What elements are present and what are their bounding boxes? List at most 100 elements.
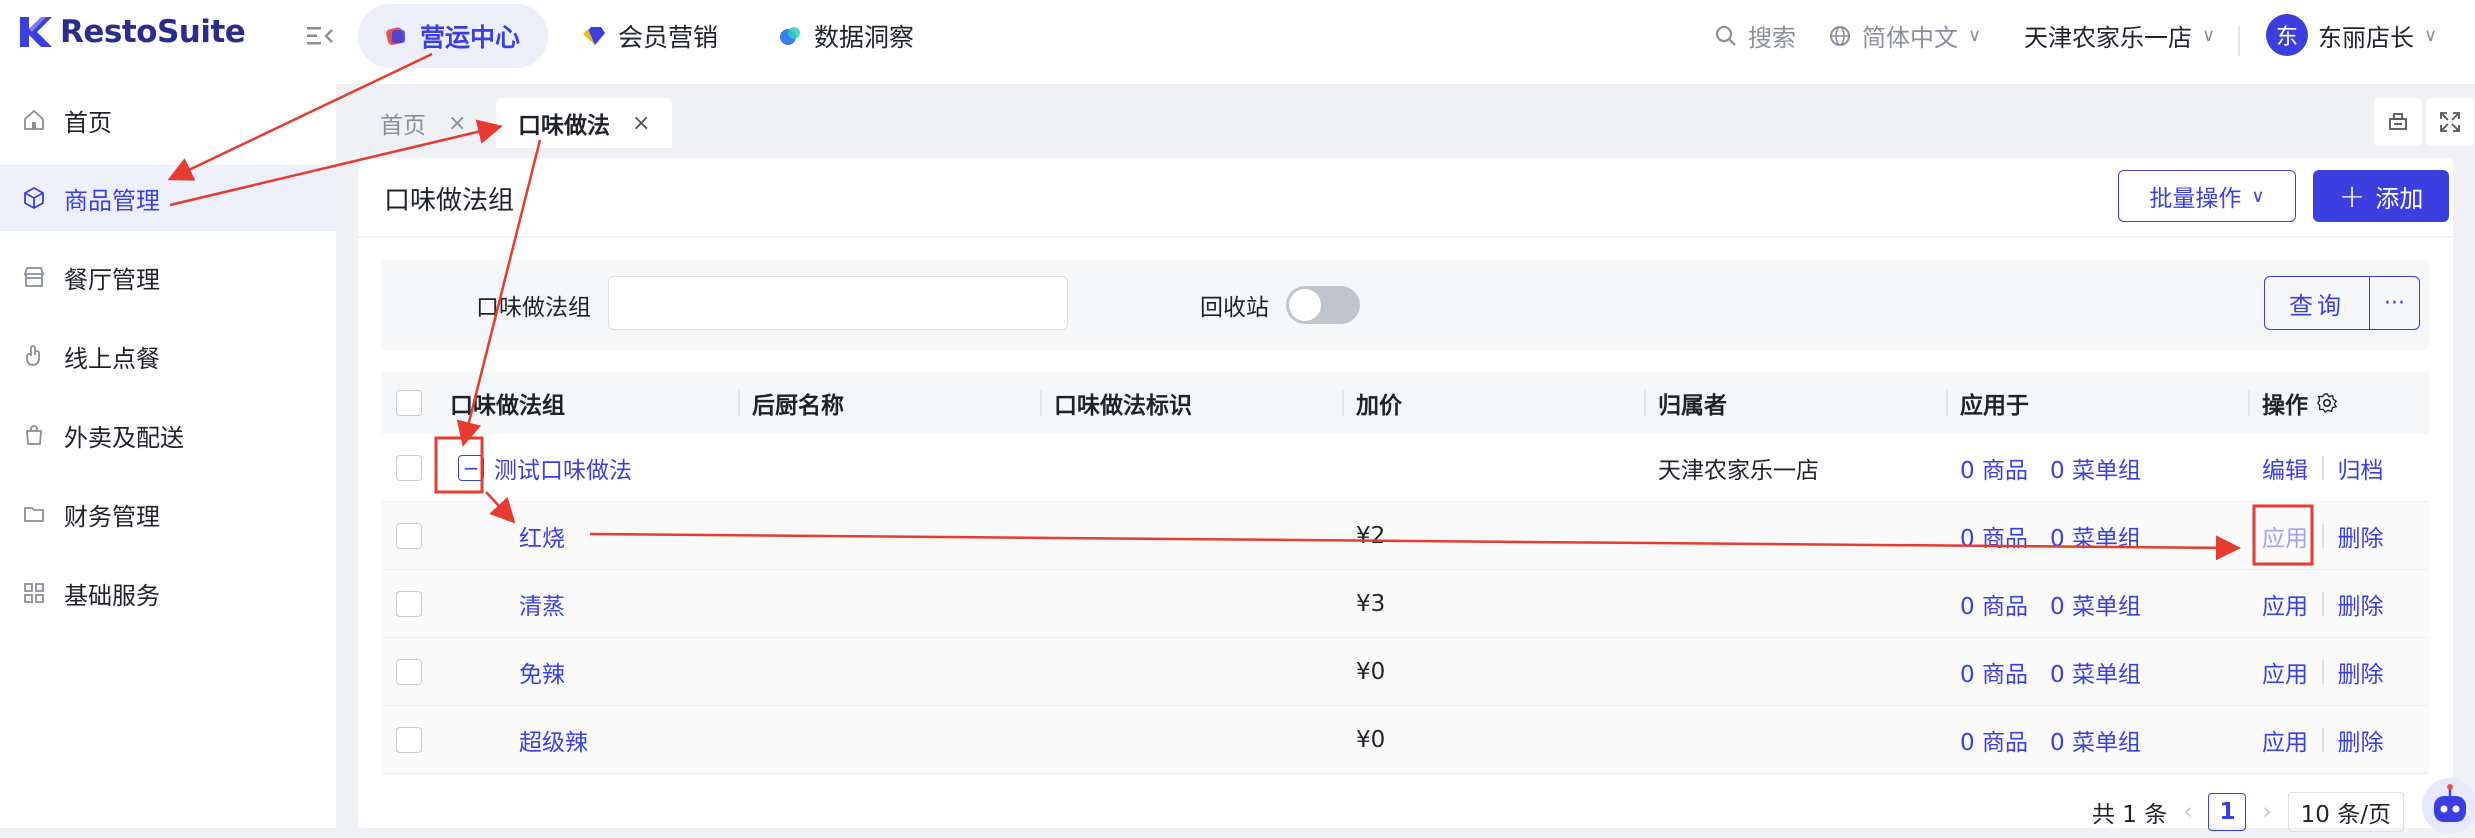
language-selector[interactable]: 简体中文 ∨ <box>1828 18 1981 53</box>
apply-button[interactable]: 应用 <box>2262 723 2308 757</box>
user-name: 东丽店长 <box>2318 23 2414 52</box>
flavor-name-link[interactable]: 超级辣 <box>519 706 588 773</box>
language-label: 简体中文 <box>1862 24 1958 52</box>
assistant-bot-button[interactable] <box>2422 778 2475 834</box>
applied-goods-link[interactable]: 0 商品 <box>1960 570 2028 637</box>
action-divider <box>2322 455 2324 480</box>
row-checkbox[interactable] <box>396 659 422 685</box>
search-label: 搜索 <box>1748 24 1796 52</box>
fullscreen-button[interactable] <box>2426 98 2474 146</box>
price-cell: ¥2 <box>1356 522 1386 549</box>
nav-tab-label: 数据洞察 <box>814 23 915 52</box>
flavor-name-link[interactable]: 免辣 <box>519 638 565 705</box>
delete-button[interactable]: 删除 <box>2338 655 2384 689</box>
price-cell: ¥0 <box>1356 658 1386 685</box>
sidebar-item-product-management[interactable]: 商品管理 <box>0 165 336 231</box>
page-number-current[interactable]: 1 <box>2208 793 2247 831</box>
flavor-name-link[interactable]: 清蒸 <box>519 570 565 637</box>
add-button[interactable]: + 添加 <box>2313 170 2449 222</box>
row-checkbox[interactable] <box>396 727 422 753</box>
applied-goods-link[interactable]: 0 商品 <box>1960 434 2028 501</box>
delete-button[interactable]: 删除 <box>2338 587 2384 621</box>
row-checkbox[interactable] <box>396 523 422 549</box>
price-cell: ¥0 <box>1356 726 1386 753</box>
row-checkbox[interactable] <box>396 455 422 481</box>
apply-button[interactable]: 应用 <box>2262 519 2308 553</box>
cube-icon <box>24 186 44 210</box>
global-search[interactable]: 搜索 <box>1714 18 1796 53</box>
applied-goods-link[interactable]: 0 商品 <box>1960 706 2028 773</box>
column-header: 应用于 <box>1960 393 2029 419</box>
page-size-select[interactable]: 10 条/页 <box>2287 792 2404 832</box>
applied-menus-link[interactable]: 0 菜单组 <box>2050 638 2141 705</box>
applied-menus-link[interactable]: 0 菜单组 <box>2050 706 2141 773</box>
avatar: 东 <box>2266 14 2308 56</box>
applied-menus-link[interactable]: 0 菜单组 <box>2050 502 2141 569</box>
store-selector[interactable]: 天津农家乐一店 ∨ <box>2024 18 2215 53</box>
hand-tap-icon <box>26 345 40 366</box>
action-divider <box>2322 727 2324 752</box>
delete-button[interactable]: 删除 <box>2338 519 2384 553</box>
applied-goods-link[interactable]: 0 商品 <box>1960 502 2028 569</box>
sidebar-item-label: 财务管理 <box>64 502 160 531</box>
close-icon[interactable]: × <box>448 111 466 136</box>
gear-icon[interactable] <box>2316 392 2338 414</box>
table-header: 口味做法组 后厨名称 口味做法标识 加价 归属者 应用于 操作 <box>382 372 2429 434</box>
sidebar-item-restaurant-management[interactable]: 餐厅管理 <box>0 244 336 310</box>
row-checkbox[interactable] <box>396 591 422 617</box>
nav-tab-member-marketing[interactable]: 会员营销 <box>556 4 744 68</box>
sidebar-item-basic-services[interactable]: 基础服务 <box>0 560 336 626</box>
sidebar-item-finance[interactable]: 财务管理 <box>0 481 336 547</box>
operations-icon <box>386 27 405 45</box>
recycle-bin-toggle[interactable] <box>1286 286 1360 324</box>
chevron-down-icon: ∨ <box>2424 24 2438 46</box>
folder-icon <box>24 507 44 522</box>
select-all-checkbox[interactable] <box>396 390 422 416</box>
archive-button[interactable]: 归档 <box>2338 451 2384 485</box>
user-menu[interactable]: 东 东丽店长 ∨ <box>2266 14 2437 56</box>
print-button[interactable] <box>2374 98 2422 146</box>
sidebar-item-label: 首页 <box>64 108 112 137</box>
batch-operations-button[interactable]: 批量操作 ∨ <box>2118 170 2296 222</box>
delete-button[interactable]: 删除 <box>2338 723 2384 757</box>
nav-tab-operations[interactable]: 营运中心 <box>358 4 548 68</box>
query-button[interactable]: 查询 <box>2265 277 2369 329</box>
prev-page-icon[interactable]: ‹ <box>2183 799 2192 825</box>
applied-menus-link[interactable]: 0 菜单组 <box>2050 570 2141 637</box>
applied-goods-link[interactable]: 0 商品 <box>1960 638 2028 705</box>
sidebar-item-delivery[interactable]: 外卖及配送 <box>0 402 336 468</box>
sidebar-item-home[interactable]: 首页 <box>0 87 336 153</box>
store-icon <box>23 267 45 287</box>
globe-icon <box>1830 25 1850 46</box>
page-tab-flavor[interactable]: 口味做法 × <box>496 98 673 148</box>
edit-button[interactable]: 编辑 <box>2262 451 2308 485</box>
group-name-link[interactable]: 测试口味做法 <box>494 434 632 501</box>
page-tabs-bar: 首页 × 口味做法 × <box>336 84 2475 154</box>
apply-button[interactable]: 应用 <box>2262 587 2308 621</box>
action-divider <box>2322 523 2324 548</box>
column-divider <box>1644 390 1646 416</box>
next-page-icon[interactable]: › <box>2262 799 2271 825</box>
brand-mark-icon <box>20 17 52 47</box>
close-icon[interactable]: × <box>632 111 650 136</box>
flavor-name-link[interactable]: 红烧 <box>519 502 565 569</box>
recycle-bin-label: 回收站 <box>1200 295 1269 321</box>
brand-logo[interactable]: RestoSuite <box>18 14 246 50</box>
column-header: 后厨名称 <box>752 393 844 419</box>
sidebar-item-online-ordering[interactable]: 线上点餐 <box>0 323 336 389</box>
column-header: 加价 <box>1356 393 1402 419</box>
more-options-button[interactable]: ··· <box>2369 277 2419 329</box>
applied-menus-link[interactable]: 0 菜单组 <box>2050 434 2141 501</box>
toggle-knob <box>1289 289 1321 321</box>
owner-cell: 天津农家乐一店 <box>1658 457 1819 484</box>
collapse-row-button[interactable]: − <box>458 455 484 481</box>
nav-tab-data-insight[interactable]: 数据洞察 <box>752 4 940 68</box>
sidebar: 首页 商品管理 餐厅管理 线上点餐 外卖及配送 财务管理 基础服务 <box>0 84 336 828</box>
column-header: 归属者 <box>1658 393 1727 419</box>
row-actions: 应用 删除 <box>2262 706 2384 773</box>
apply-button[interactable]: 应用 <box>2262 655 2308 689</box>
top-bar: RestoSuite 营运中心 会员营销 数据洞察 搜索 简体中文 ∨ 天津农家… <box>0 0 2475 84</box>
page-tab-home[interactable]: 首页 × <box>358 98 488 148</box>
menu-collapse-icon[interactable] <box>305 24 335 48</box>
flavor-group-input[interactable] <box>608 276 1068 330</box>
